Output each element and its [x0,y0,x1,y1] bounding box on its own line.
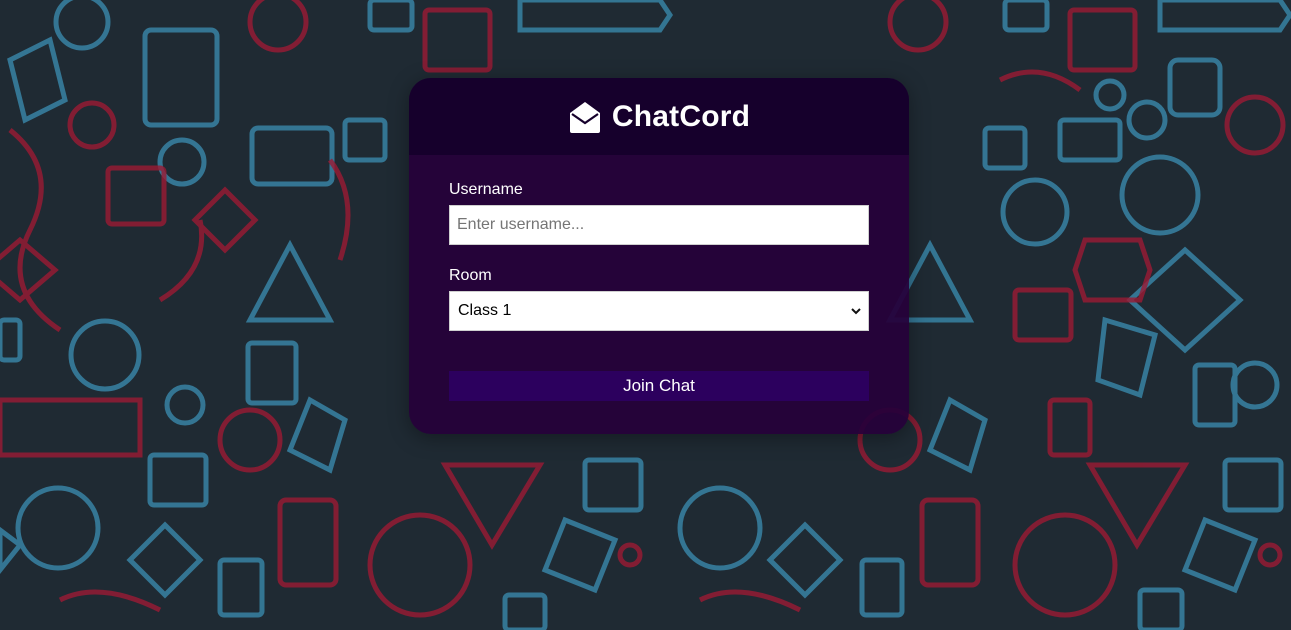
room-selected-value: Class 1 [458,302,512,319]
card-header: ChatCord [409,78,909,155]
username-label: Username [449,181,523,198]
join-chat-button[interactable]: Join Chat [449,371,869,401]
room-group: Room Class 1 [449,267,869,331]
room-label: Room [449,267,492,284]
username-group: Username [449,181,869,245]
chevron-down-icon [851,308,861,315]
username-input[interactable] [449,205,869,245]
join-card: ChatCord Username Room Class 1 Join Chat [409,78,909,434]
app-title: ChatCord [611,99,751,133]
envelope-open-icon [568,100,602,134]
room-select[interactable]: Class 1 [449,291,869,331]
join-form: Username Room Class 1 Join Chat [409,155,909,401]
